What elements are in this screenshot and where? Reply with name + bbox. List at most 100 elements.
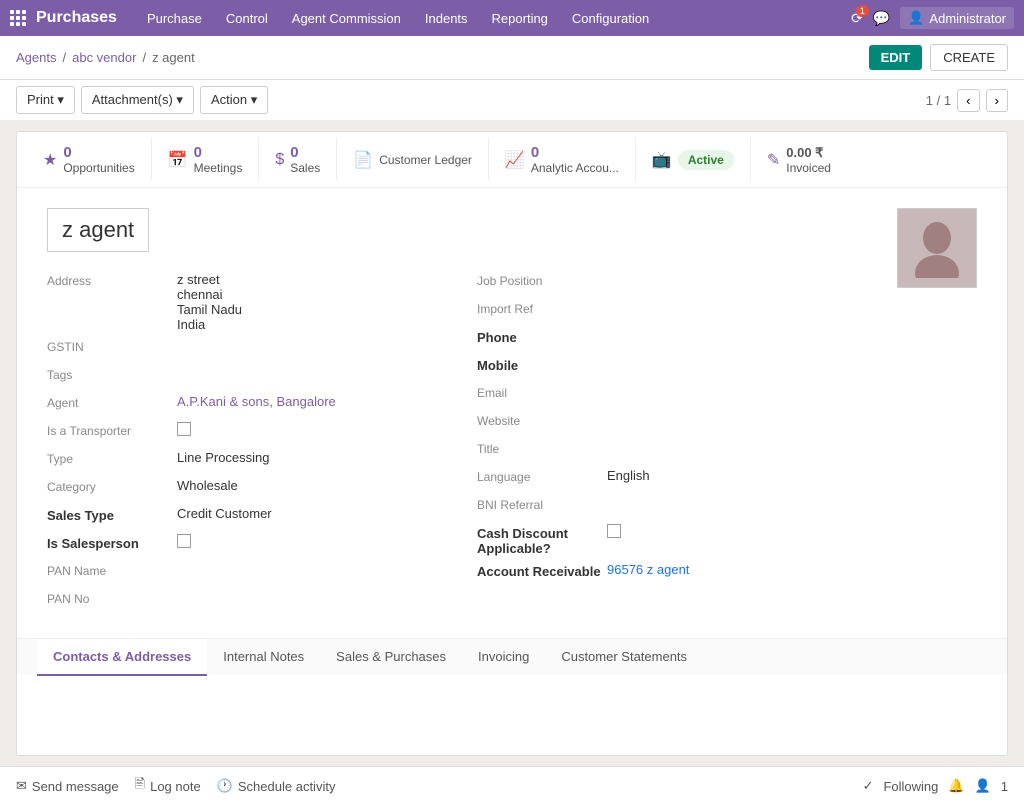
gstin-label: GSTIN: [47, 338, 177, 354]
cash-discount-checkbox[interactable]: [607, 524, 621, 538]
form-col-right: Job Position Import Ref Phone Mobil: [477, 272, 877, 618]
cash-discount-row: Cash DiscountApplicable?: [477, 524, 877, 556]
language-label: Language: [477, 468, 607, 484]
tab-internal-notes[interactable]: Internal Notes: [207, 639, 320, 676]
action-bar-left: Print ▾ Attachment(s) ▾ Action ▾: [16, 86, 268, 114]
top-nav: Purchase Control Agent Commission Indent…: [137, 5, 851, 32]
sales-type-label: Sales Type: [47, 506, 177, 523]
agent-name-display: z agent: [47, 208, 149, 252]
footer-right: ✓ Following 🔔 👤 1: [863, 778, 1008, 794]
tab-contacts-addresses[interactable]: Contacts & Addresses: [37, 639, 207, 676]
following-label: Following: [883, 779, 938, 794]
schedule-activity-button[interactable]: 🕐 Schedule activity: [217, 775, 336, 797]
address-value: z street chennai Tamil Nadu India: [177, 272, 242, 332]
address-label: Address: [47, 272, 177, 288]
pan-name-label: PAN Name: [47, 562, 177, 578]
log-note-button[interactable]: 🖹 Log note: [135, 775, 201, 797]
nav-control[interactable]: Control: [216, 5, 278, 32]
avatar-image: [912, 218, 962, 278]
pan-no-label: PAN No: [47, 590, 177, 606]
phone-label: Phone: [477, 328, 607, 345]
form-main: z agent Address z street chennai Tamil N…: [47, 208, 877, 618]
chat-icon[interactable]: 💬: [873, 10, 890, 27]
title-row: Title: [477, 440, 877, 462]
invoiced-btn[interactable]: ✎ 0.00 ₹ Invoiced: [751, 138, 847, 181]
account-receivable-label: Account Receivable: [477, 562, 607, 579]
nav-indents[interactable]: Indents: [415, 5, 478, 32]
nav-purchase[interactable]: Purchase: [137, 5, 212, 32]
topbar-right: ⟳ 1 💬 👤 Administrator: [851, 7, 1014, 29]
agent-row: Agent A.P.Kani & sons, Bangalore: [47, 394, 447, 416]
bni-referral-row: BNI Referral: [477, 496, 877, 518]
log-note-icon: 🖹: [135, 775, 145, 797]
edit-button[interactable]: EDIT: [869, 45, 923, 70]
language-row: Language English: [477, 468, 877, 490]
action-button[interactable]: Action ▾: [200, 86, 268, 114]
address-row: Address z street chennai Tamil Nadu Indi…: [47, 272, 447, 332]
sales-btn[interactable]: $ 0 Sales: [259, 138, 337, 181]
category-value: Wholesale: [177, 478, 238, 493]
next-record-button[interactable]: ›: [986, 89, 1008, 112]
is-salesperson-label: Is Salesperson: [47, 534, 177, 551]
meetings-btn[interactable]: 📅 0 Meetings: [152, 138, 260, 181]
opportunities-btn[interactable]: ★ 0 Opportunities: [27, 138, 152, 181]
bni-referral-label: BNI Referral: [477, 496, 607, 512]
sales-type-value: Credit Customer: [177, 506, 272, 521]
import-ref-label: Import Ref: [477, 300, 607, 316]
attachments-button[interactable]: Attachment(s) ▾: [81, 86, 194, 114]
breadcrumb-agents[interactable]: Agents: [16, 50, 56, 65]
pan-name-row: PAN Name: [47, 562, 447, 584]
website-label: Website: [477, 412, 607, 428]
print-button[interactable]: Print ▾: [16, 86, 75, 114]
mobile-label: Mobile: [477, 356, 607, 373]
avatar[interactable]: [897, 208, 977, 288]
language-value: English: [607, 468, 650, 483]
agent-value[interactable]: A.P.Kani & sons, Bangalore: [177, 394, 336, 409]
is-transporter-checkbox[interactable]: [177, 422, 191, 436]
refresh-icon[interactable]: ⟳ 1: [851, 10, 863, 27]
footer-left: ✉ Send message 🖹 Log note 🕐 Schedule act…: [16, 775, 335, 797]
breadcrumb: Agents / abc vendor / z agent: [16, 50, 195, 65]
breadcrumb-sep2: /: [142, 50, 146, 65]
type-row: Type Line Processing: [47, 450, 447, 472]
app-title: Purchases: [36, 9, 117, 27]
analytic-btn[interactable]: 📈 0 Analytic Accou...: [489, 138, 636, 181]
record-card: ★ 0 Opportunities 📅 0 Meetings $ 0 Sales: [16, 131, 1008, 756]
active-btn[interactable]: 📺 Active: [636, 138, 751, 181]
prev-record-button[interactable]: ‹: [957, 89, 979, 112]
star-icon: ★: [43, 150, 57, 170]
agent-label: Agent: [47, 394, 177, 410]
pan-no-row: PAN No: [47, 590, 447, 612]
job-position-row: Job Position: [477, 272, 877, 294]
user-menu[interactable]: 👤 Administrator: [900, 7, 1014, 29]
nav-agent-commission[interactable]: Agent Commission: [282, 5, 411, 32]
account-receivable-row: Account Receivable 96576 z agent: [477, 562, 877, 584]
nav-configuration[interactable]: Configuration: [562, 5, 659, 32]
user-avatar-icon: 👤: [908, 10, 924, 26]
followers-count: 👤: [975, 778, 991, 794]
account-receivable-value[interactable]: 96576 z agent: [607, 562, 689, 577]
tags-row: Tags: [47, 366, 447, 388]
mobile-row: Mobile: [477, 356, 877, 378]
chart-icon: 📈: [505, 150, 525, 170]
send-message-button[interactable]: ✉ Send message: [16, 775, 119, 797]
action-bar-right: 1 / 1 ‹ ›: [926, 89, 1008, 112]
import-ref-row: Import Ref: [477, 300, 877, 322]
apps-menu-button[interactable]: [10, 10, 26, 26]
customer-ledger-btn[interactable]: 📄 Customer Ledger: [337, 138, 489, 181]
create-button[interactable]: CREATE: [930, 44, 1008, 71]
tab-invoicing[interactable]: Invoicing: [462, 639, 545, 676]
website-row: Website: [477, 412, 877, 434]
is-salesperson-checkbox[interactable]: [177, 534, 191, 548]
tab-sales-purchases[interactable]: Sales & Purchases: [320, 639, 462, 676]
calendar-icon: 📅: [168, 150, 188, 170]
breadcrumb-abc-vendor[interactable]: abc vendor: [72, 50, 136, 65]
tab-customer-statements[interactable]: Customer Statements: [545, 639, 703, 676]
dollar-icon: $: [275, 151, 284, 169]
form-columns: Address z street chennai Tamil Nadu Indi…: [47, 272, 877, 618]
email-label: Email: [477, 384, 607, 400]
category-row: Category Wholesale: [47, 478, 447, 500]
nav-reporting[interactable]: Reporting: [482, 5, 558, 32]
phone-row: Phone: [477, 328, 877, 350]
schedule-icon: 🕐: [217, 778, 233, 794]
